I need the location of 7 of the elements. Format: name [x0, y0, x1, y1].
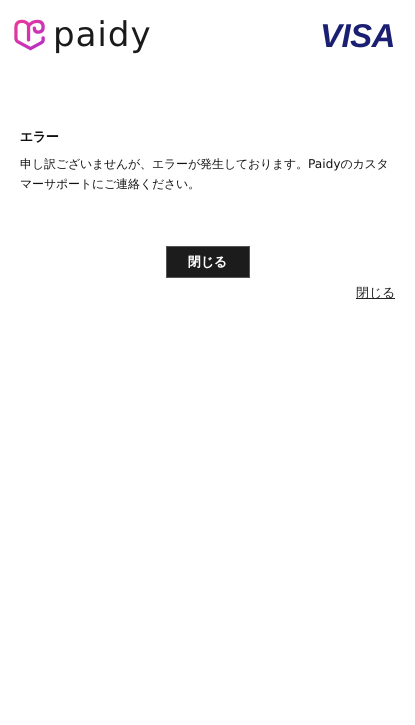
close-button[interactable]: 閉じる	[166, 246, 250, 278]
error-title: エラー	[20, 129, 60, 147]
card-brand-logo-text: VISA	[320, 18, 395, 52]
close-link[interactable]: 閉じる	[356, 284, 395, 302]
brand-logo-text: paidy	[53, 18, 152, 52]
error-message: 申し訳ございませんが、エラーが発生しております。Paidyのカスタマーサポートにご連絡ください。	[20, 156, 390, 193]
heart-logo-icon	[14, 18, 47, 52]
